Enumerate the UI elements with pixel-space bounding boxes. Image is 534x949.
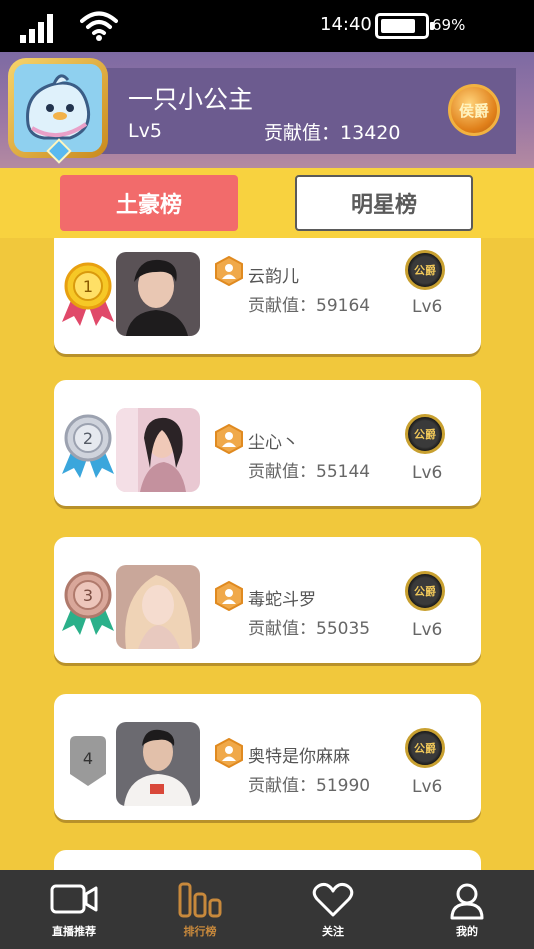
title-badge-icon: 公爵: [405, 728, 445, 768]
contribution-value: 13420: [340, 122, 401, 144]
rank-tag-icon: 4: [70, 736, 106, 786]
nav-follow[interactable]: 关注: [278, 870, 388, 949]
user-name: 奥特是你麻麻: [248, 747, 350, 767]
user-badge-icon: [215, 738, 243, 768]
user-photo[interactable]: [116, 408, 200, 492]
wifi-icon: [80, 11, 118, 41]
nav-label: 排行榜: [183, 925, 217, 938]
battery-percent: 69%: [432, 16, 466, 34]
nav-label: 关注: [322, 925, 344, 938]
camera-icon: [50, 884, 98, 914]
tab-mingxing[interactable]: 明星榜: [295, 175, 473, 231]
signal-icon: [20, 14, 53, 43]
nav-label: 直播推荐: [52, 925, 96, 938]
ranking-tabs: 土豪榜 明星榜: [0, 168, 534, 238]
avatar[interactable]: [8, 58, 108, 164]
bronze-medal-icon: 3: [62, 571, 114, 635]
title-badge-icon: 公爵: [405, 571, 445, 611]
ranking-card[interactable]: 1 云韵儿 贡献值：59164 公爵 Lv6: [54, 238, 481, 354]
user-name: 云韵儿: [248, 267, 299, 287]
status-bar: 14:40 69%: [0, 0, 534, 52]
profile-level: Lv5: [128, 120, 162, 142]
portrait-icon: [116, 252, 200, 336]
nav-ranking[interactable]: 排行榜: [145, 870, 255, 949]
user-badge-icon: [215, 256, 243, 286]
nav-mine[interactable]: 我的: [412, 870, 522, 949]
portrait-icon: [116, 722, 200, 806]
user-name: 尘心丶: [248, 433, 299, 453]
title-badge-icon: 公爵: [405, 250, 445, 290]
user-photo[interactable]: [116, 565, 200, 649]
profile-contribution: 贡献值：13420: [264, 118, 400, 145]
user-contribution: 贡献值：55144: [248, 462, 371, 482]
user-badge-icon: [215, 424, 243, 454]
user-level: Lv6: [412, 297, 443, 317]
rank-badge-icon[interactable]: 侯爵: [448, 84, 500, 136]
user-icon: [450, 883, 484, 920]
ranking-icon: [178, 882, 222, 918]
user-level: Lv6: [412, 777, 443, 797]
battery-icon: [375, 13, 434, 39]
user-contribution: 贡献值：59164: [248, 296, 371, 316]
title-badge-icon: 公爵: [405, 414, 445, 454]
user-level: Lv6: [412, 620, 443, 640]
status-time: 14:40: [320, 14, 372, 35]
rank-number: 2: [83, 429, 93, 448]
tab-tuhao[interactable]: 土豪榜: [60, 175, 238, 231]
portrait-icon: [116, 565, 200, 649]
silver-medal-icon: 2: [62, 414, 114, 478]
rank-number: 1: [83, 277, 93, 296]
user-contribution: 贡献值：51990: [248, 776, 371, 796]
profile-header: 一只小公主 Lv5 贡献值：13420 侯爵: [0, 52, 534, 168]
user-level: Lv6: [412, 463, 443, 483]
user-contribution: 贡献值：55035: [248, 619, 371, 639]
ranking-card[interactable]: 2 尘心丶 贡献值：55144 公爵 Lv6: [54, 380, 481, 506]
user-photo[interactable]: [116, 722, 200, 806]
ranking-card[interactable]: [54, 850, 481, 870]
rank-number: 4: [83, 749, 93, 768]
profile-nickname: 一只小公主: [128, 85, 254, 114]
bottom-nav: 直播推荐 排行榜 关注 我的: [0, 870, 534, 949]
portrait-icon: [116, 408, 200, 492]
rank-number: 3: [83, 586, 93, 605]
ranking-list[interactable]: 1 云韵儿 贡献值：59164 公爵 Lv6 2 尘心丶 贡献值：55144 公…: [0, 238, 534, 870]
nav-live-recommend[interactable]: 直播推荐: [19, 870, 129, 949]
nav-label: 我的: [456, 925, 478, 938]
gold-medal-icon: 1: [62, 262, 114, 326]
contribution-label: 贡献值：: [264, 122, 341, 144]
user-badge-icon: [215, 581, 243, 611]
ranking-card[interactable]: 3 毒蛇斗罗 贡献值：55035 公爵 Lv6: [54, 537, 481, 663]
user-name: 毒蛇斗罗: [248, 590, 316, 610]
user-photo[interactable]: [116, 252, 200, 336]
ranking-card[interactable]: 4 奥特是你麻麻 贡献值：51990 公爵 Lv6: [54, 694, 481, 820]
heart-icon: [312, 882, 354, 917]
